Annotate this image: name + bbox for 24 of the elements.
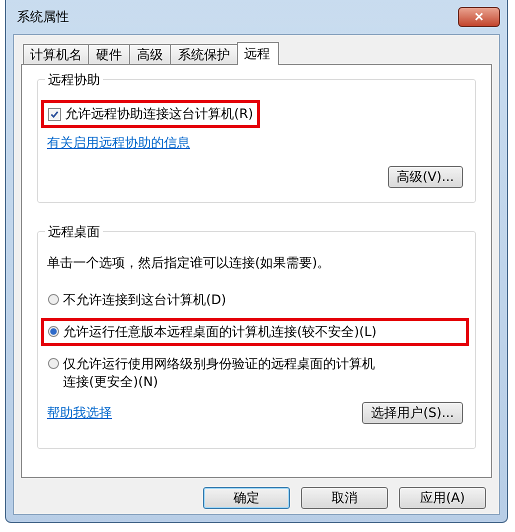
dialog-button[interactable]: 确定 (203, 487, 290, 509)
instruction-text: 单击一个选项，然后指定谁可以连接(如果需要)。 (47, 255, 332, 272)
advanced-button[interactable]: 高级(V)... (388, 166, 463, 188)
radio-button[interactable] (48, 326, 59, 337)
radio-button[interactable] (48, 294, 59, 305)
radio-option[interactable]: 仅允许运行使用网络级别身份验证的远程桌面的计算机连接(更安全)(N) (48, 355, 381, 391)
dialog-button[interactable]: 应用(A) (399, 487, 486, 509)
info-link[interactable]: 有关启用远程协助的信息 (47, 134, 463, 152)
radio-button[interactable] (48, 358, 59, 369)
tab[interactable]: 系统保护 (170, 44, 238, 64)
window-title: 系统属性 (16, 9, 69, 26)
tab[interactable]: 远程 (237, 42, 279, 65)
dialog-button[interactable]: 取消 (301, 487, 388, 509)
radio-option[interactable]: 允许运行任意版本远程桌面的计算机连接(较不安全)(L) (48, 323, 377, 341)
radio-option[interactable]: 不允许连接到这台计算机(D) (48, 291, 226, 309)
tab[interactable]: 高级 (129, 44, 171, 64)
tab[interactable]: 硬件 (88, 44, 130, 64)
checkbox[interactable] (48, 108, 61, 121)
select-users-button[interactable]: 选择用户(S)... (362, 402, 463, 424)
group-title: 远程桌面 (45, 223, 103, 241)
group-title: 远程协助 (45, 71, 103, 89)
checkbox-option[interactable]: 允许远程协助连接这台计算机(R) (48, 105, 254, 123)
help-link[interactable]: 帮助我选择 (47, 404, 112, 422)
tab[interactable]: 计算机名 (23, 44, 89, 64)
